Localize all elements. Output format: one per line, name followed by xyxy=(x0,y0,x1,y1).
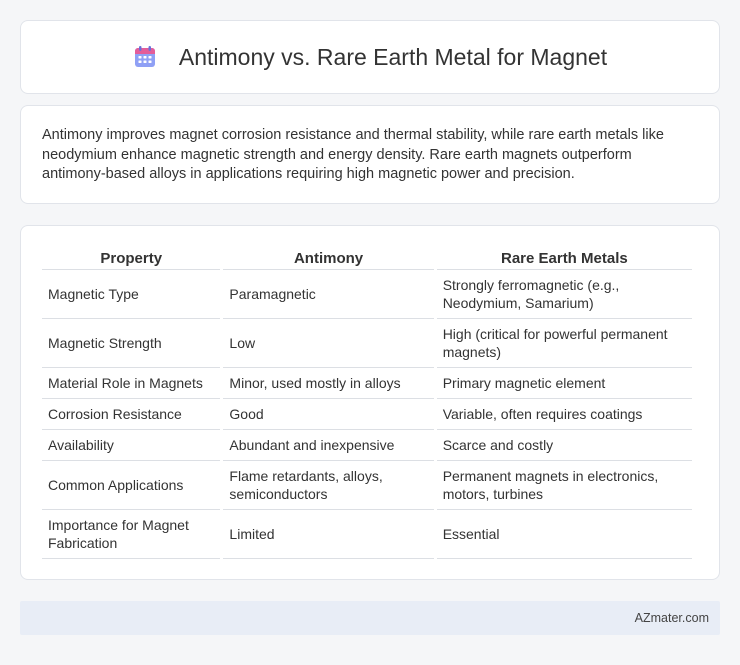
cell-rare-earth: Primary magnetic element xyxy=(436,368,692,399)
cell-property: Magnetic Type xyxy=(42,270,221,319)
summary-text: Antimony improves magnet corrosion resis… xyxy=(42,127,664,182)
footer-site-name: AZmater.com xyxy=(634,611,709,625)
cell-rare-earth: Variable, often requires coatings xyxy=(436,399,692,430)
title-card: Antimony vs. Rare Earth Metal for Magnet xyxy=(20,20,720,94)
cell-property: Availability xyxy=(42,430,221,461)
cell-antimony: Limited xyxy=(223,510,434,559)
calendar-icon xyxy=(133,45,157,69)
cell-rare-earth: Essential xyxy=(436,510,692,559)
table-header-row: Property Antimony Rare Earth Metals xyxy=(42,246,692,270)
cell-property: Importance for Magnet Fabrication xyxy=(42,510,221,559)
cell-rare-earth: Strongly ferromagnetic (e.g., Neodymium,… xyxy=(436,270,692,319)
cell-antimony: Good xyxy=(223,399,434,430)
cell-antimony: Low xyxy=(223,319,434,368)
cell-antimony: Abundant and inexpensive xyxy=(223,430,434,461)
table-row: Corrosion Resistance Good Variable, ofte… xyxy=(42,399,692,430)
cell-rare-earth: Permanent magnets in electronics, motors… xyxy=(436,461,692,510)
cell-property: Common Applications xyxy=(42,461,221,510)
header-antimony: Antimony xyxy=(223,246,434,270)
table-row: Magnetic Strength Low High (critical for… xyxy=(42,319,692,368)
header-property: Property xyxy=(42,246,221,270)
page-title: Antimony vs. Rare Earth Metal for Magnet xyxy=(178,43,608,70)
table-row: Common Applications Flame retardants, al… xyxy=(42,461,692,510)
cell-antimony: Paramagnetic xyxy=(223,270,434,319)
comparison-table: Property Antimony Rare Earth Metals Magn… xyxy=(39,246,695,559)
cell-antimony: Flame retardants, alloys, semiconductors xyxy=(223,461,434,510)
table-row: Importance for Magnet Fabrication Limite… xyxy=(42,510,692,559)
cell-property: Magnetic Strength xyxy=(42,319,221,368)
table-row: Magnetic Type Paramagnetic Strongly ferr… xyxy=(42,270,692,319)
summary-card: Antimony improves magnet corrosion resis… xyxy=(20,105,720,204)
comparison-table-card: Property Antimony Rare Earth Metals Magn… xyxy=(20,225,720,580)
footer: AZmater.com xyxy=(20,601,720,635)
cell-property: Material Role in Magnets xyxy=(42,368,221,399)
cell-rare-earth: Scarce and costly xyxy=(436,430,692,461)
cell-rare-earth: High (critical for powerful permanent ma… xyxy=(436,319,692,368)
table-row: Availability Abundant and inexpensive Sc… xyxy=(42,430,692,461)
cell-property: Corrosion Resistance xyxy=(42,399,221,430)
cell-antimony: Minor, used mostly in alloys xyxy=(223,368,434,399)
table-row: Material Role in Magnets Minor, used mos… xyxy=(42,368,692,399)
header-rare-earth: Rare Earth Metals xyxy=(436,246,692,270)
